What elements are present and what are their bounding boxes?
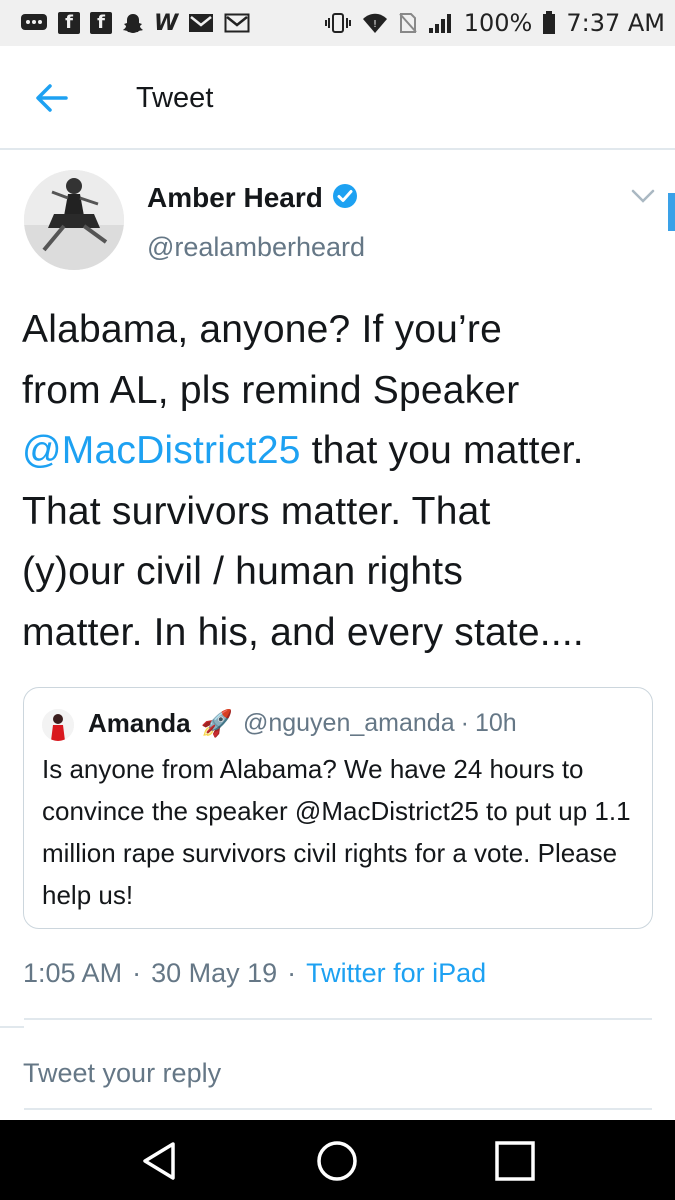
chevron-down-icon — [631, 189, 655, 203]
gmail-icon — [188, 13, 214, 33]
scrollbar[interactable] — [668, 193, 675, 231]
quoted-text: Is anyone from Alabama? We have 24 hours… — [42, 754, 631, 910]
square-recents-icon — [495, 1141, 535, 1181]
app-header: Tweet — [0, 46, 675, 150]
w-icon: W — [154, 10, 179, 36]
navigation-bar — [0, 1120, 675, 1200]
tweet-line: matter. In his, and every state.... — [22, 610, 584, 654]
tweet-text: Alabama, anyone? If you’re from AL, pls … — [22, 300, 667, 663]
mention-link[interactable]: @MacDistrict25 — [22, 429, 301, 472]
battery-icon — [542, 11, 556, 35]
divider — [24, 1108, 652, 1110]
vibrate-icon — [324, 12, 352, 34]
facebook-icon: f — [90, 12, 112, 34]
snapchat-icon — [122, 12, 144, 34]
divider — [0, 1026, 24, 1028]
separator-dot: · — [132, 958, 142, 988]
quoted-time: 10h — [474, 709, 517, 737]
tweet-date: 30 May 19 — [151, 958, 278, 988]
triangle-back-icon — [143, 1142, 175, 1180]
reply-input[interactable]: Tweet your reply — [23, 1058, 221, 1089]
author-name: Amber Heard — [147, 182, 323, 213]
nav-recents-button[interactable] — [492, 1138, 538, 1184]
arrow-left-icon — [36, 84, 68, 112]
status-bar: f f W ! 100% 7:37 AM — [0, 0, 675, 46]
tweet-source-link[interactable]: Twitter for iPad — [306, 958, 486, 989]
tweet-line-text: that you matter. — [300, 429, 584, 472]
battery-percent: 100% — [463, 9, 533, 37]
nav-back-button[interactable] — [136, 1138, 182, 1184]
chat-icon — [20, 12, 48, 34]
nav-home-button[interactable] — [314, 1138, 360, 1184]
rocket-emoji: 🚀 — [200, 708, 233, 739]
profile-photo — [24, 170, 124, 270]
tweet-line: @MacDistrict25 that you matter. — [22, 421, 667, 482]
avatar[interactable] — [24, 170, 124, 270]
back-button[interactable] — [30, 76, 74, 120]
quoted-author-name: Amanda — [88, 708, 191, 738]
author-handle[interactable]: @realamberheard — [147, 232, 365, 263]
quoted-avatar — [42, 709, 74, 741]
notification-icons: f f W — [20, 11, 250, 36]
system-icons: ! 100% 7:37 AM — [324, 9, 665, 37]
quoted-author-handle: @nguyen_amanda — [242, 709, 455, 737]
sim-off-icon — [398, 12, 418, 34]
tweet-line: (y)our civil / human rights — [22, 550, 464, 593]
separator-dot: · — [287, 958, 297, 988]
tweet-time: 1:05 AM — [23, 958, 123, 988]
author-name-row[interactable]: Amber Heard — [147, 182, 359, 214]
quoted-tweet[interactable]: Amanda 🚀 @nguyen_amanda · 10h Is anyone … — [23, 687, 653, 929]
facebook-icon: f — [58, 12, 80, 34]
gmail-outline-icon — [224, 13, 250, 33]
tweet-line: Alabama, anyone? If you’re — [22, 308, 502, 351]
verified-badge-icon — [331, 182, 359, 214]
circle-home-icon — [317, 1141, 357, 1181]
signal-icon — [428, 12, 454, 34]
page-title: Tweet — [136, 82, 214, 114]
svg-text:!: ! — [373, 19, 377, 30]
separator-dot: · — [460, 709, 469, 737]
tweet-line: That survivors matter. That — [22, 489, 491, 533]
wifi-icon: ! — [362, 12, 388, 34]
clock: 7:37 AM — [566, 9, 665, 37]
tweet-line: from AL, pls remind Speaker — [22, 368, 520, 412]
quoted-header: Amanda 🚀 @nguyen_amanda · 10h — [88, 708, 517, 739]
more-options-button[interactable] — [630, 188, 656, 208]
divider — [24, 1018, 652, 1020]
tweet-meta: 1:05 AM · 30 May 19 · Twitter for iPad — [23, 958, 486, 989]
